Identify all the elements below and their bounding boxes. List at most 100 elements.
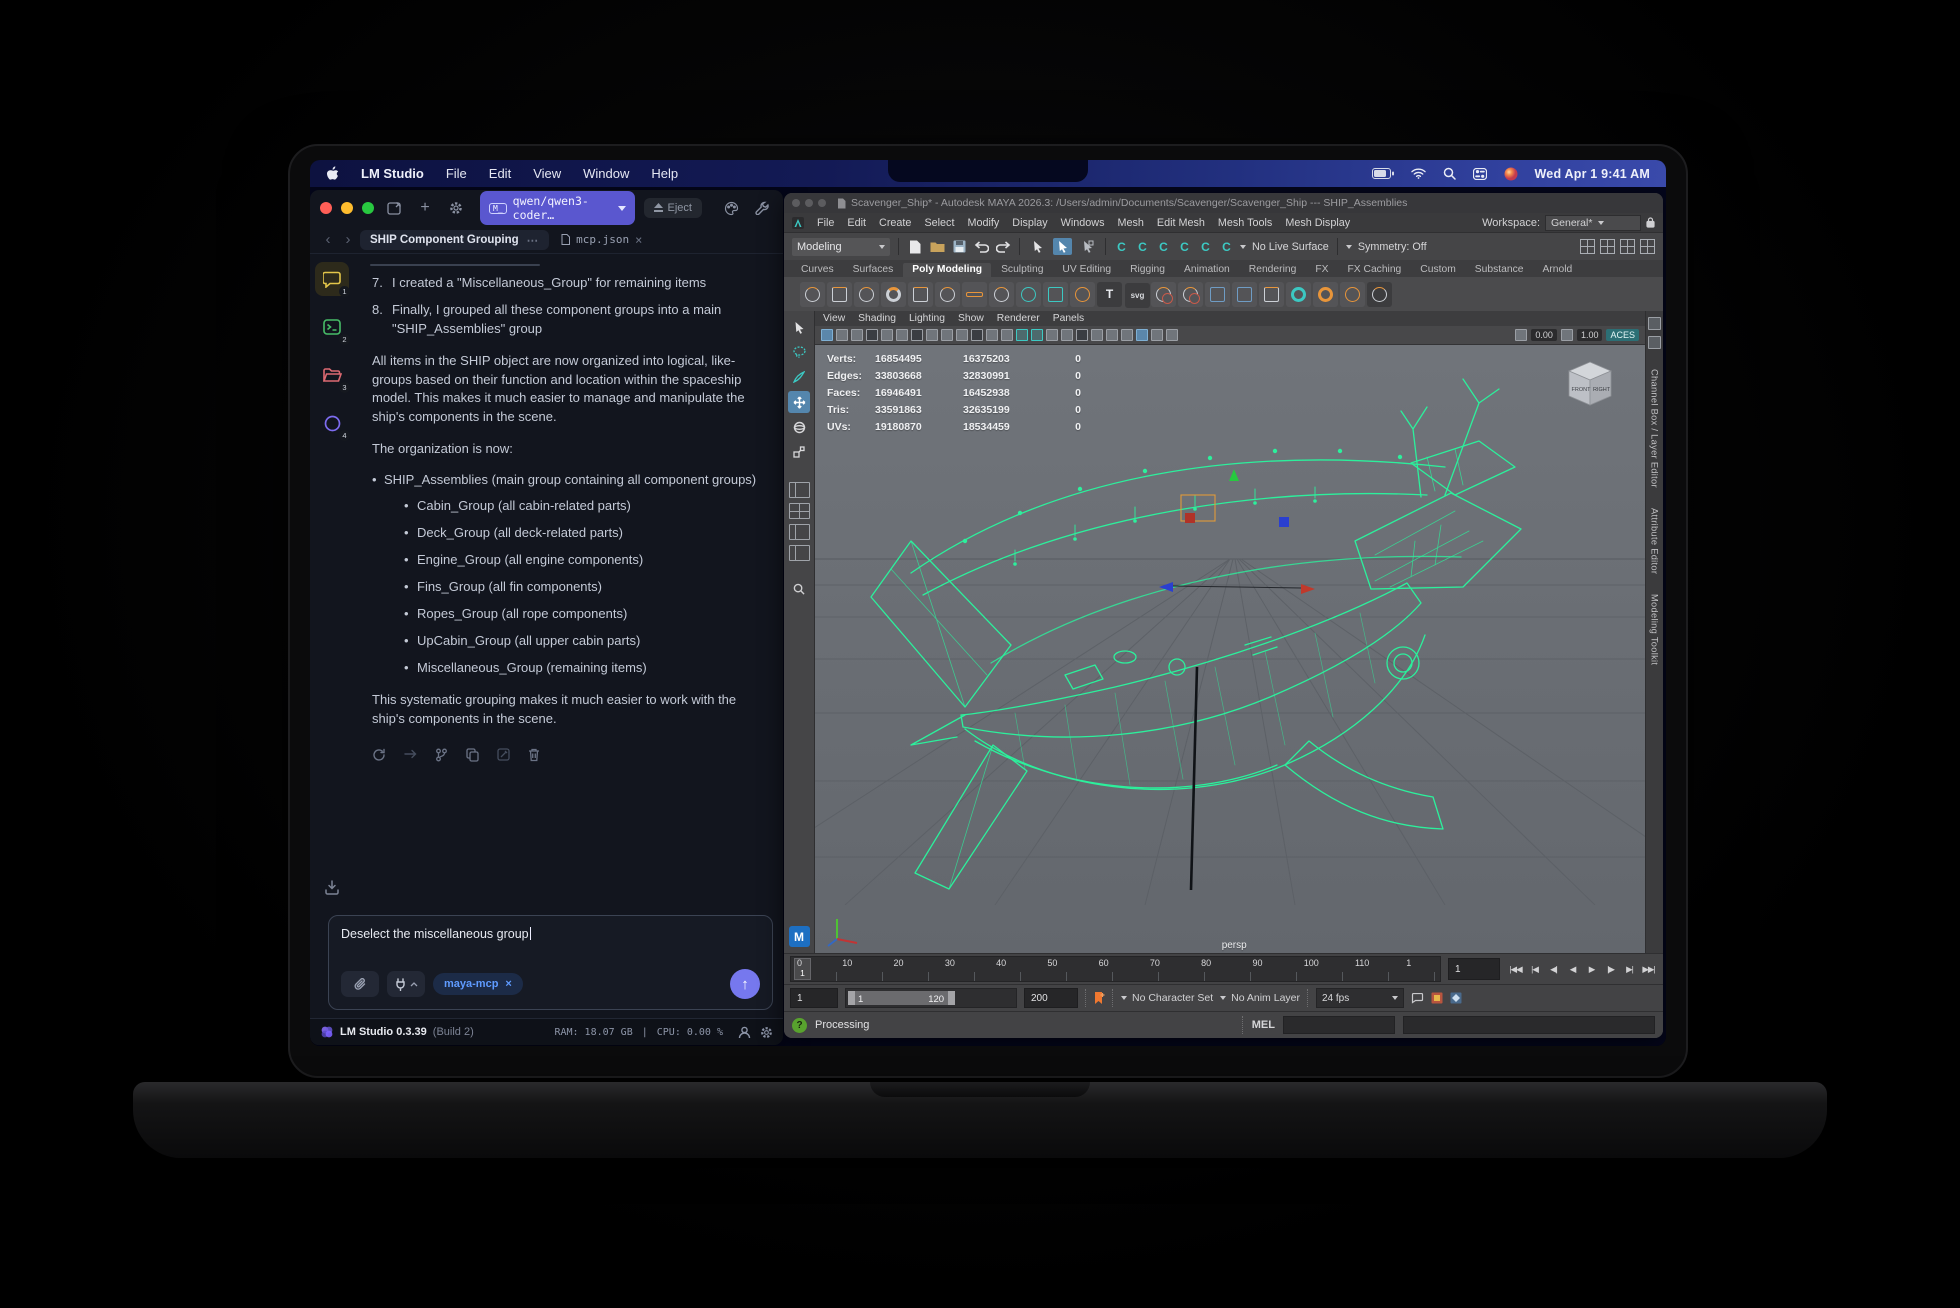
battery-icon[interactable] (1372, 168, 1394, 179)
tab-channel-box-layer-editor[interactable]: Channel Box / Layer Editor (1650, 369, 1660, 488)
new-conversation-button[interactable]: + (414, 197, 436, 219)
shelf-tab-surfaces[interactable]: Surfaces (844, 263, 903, 277)
developer-wrench-icon[interactable] (751, 197, 773, 219)
attribute-editor-icon[interactable] (1648, 336, 1661, 349)
viewport-toolbar-icon[interactable] (866, 329, 878, 341)
lasso-select-tool-icon[interactable] (1053, 238, 1072, 255)
snap-to-plane-icon[interactable]: C (1177, 240, 1192, 254)
shelf-tab-custom[interactable]: Custom (1411, 263, 1464, 277)
shelf-icon-platonic[interactable] (989, 282, 1014, 307)
channel-box-icon[interactable] (1648, 317, 1661, 330)
copy-icon[interactable] (466, 748, 479, 762)
tab-attribute-editor[interactable]: Attribute Editor (1650, 508, 1660, 574)
close-tab-icon[interactable]: × (635, 233, 642, 247)
workspace-dropdown[interactable]: General* (1545, 215, 1641, 231)
viewport-toolbar-icon[interactable] (971, 329, 983, 341)
user-account-icon[interactable] (738, 1026, 751, 1039)
shelf-tab-uv-editing[interactable]: UV Editing (1053, 263, 1120, 277)
gamma-value[interactable]: 1.00 (1577, 329, 1603, 341)
shelf-icon-bevel[interactable] (1286, 282, 1311, 307)
close-traffic-light-inactive[interactable] (792, 199, 800, 207)
animation-end-field[interactable]: 200 (1024, 988, 1078, 1008)
wifi-icon[interactable] (1411, 168, 1426, 179)
send-message-button[interactable]: ↑ (730, 969, 760, 999)
viewport-3d-view[interactable]: Verts:16854495163752030 Edges:3380366832… (815, 345, 1645, 953)
maya-menu-edit[interactable]: Edit (847, 217, 866, 229)
menubar-item-window[interactable]: Window (583, 166, 629, 181)
shelf-tab-curves[interactable]: Curves (792, 263, 843, 277)
viewport-toolbar-icon[interactable] (1076, 329, 1088, 341)
play-forward-button[interactable]: ▶ (1583, 960, 1600, 978)
current-frame-field[interactable]: 1 (1448, 958, 1500, 980)
downloads-icon[interactable] (324, 879, 340, 895)
sidebar-item-chat[interactable]: 1 (315, 262, 349, 296)
range-bar[interactable]: 1 120 (848, 991, 955, 1005)
shelf-tab-arnold[interactable]: Arnold (1533, 263, 1581, 277)
scale-tool[interactable] (788, 441, 810, 463)
paint-select-tool-icon[interactable] (1078, 238, 1097, 255)
minimize-traffic-light[interactable] (341, 202, 353, 214)
shelf-tab-sculpting[interactable]: Sculpting (992, 263, 1052, 277)
eject-model-button[interactable]: Eject (644, 198, 702, 218)
viewport-toolbar-icon[interactable] (836, 329, 848, 341)
viewport-toolbar-icon[interactable] (1121, 329, 1133, 341)
view-cube[interactable]: FRONT RIGHT (1561, 355, 1619, 413)
new-chat-panel-icon[interactable] (383, 197, 405, 219)
shelf-tab-fx-caching[interactable]: FX Caching (1338, 263, 1410, 277)
maya-menu-edit-mesh[interactable]: Edit Mesh (1157, 217, 1205, 229)
shelf-icon-sculpt[interactable] (1340, 282, 1365, 307)
rotate-tool[interactable] (788, 416, 810, 438)
menubar-item-help[interactable]: Help (651, 166, 678, 181)
panel-menu-renderer[interactable]: Renderer (997, 313, 1040, 324)
menubar-item-view[interactable]: View (533, 166, 561, 181)
viewport-toolbar-icon[interactable] (1061, 329, 1073, 341)
viewport-toolbar-icon[interactable] (1001, 329, 1013, 341)
spotlight-search-icon[interactable] (1443, 167, 1456, 180)
step-back-frame-button[interactable]: |◀ (1526, 960, 1543, 978)
fps-dropdown[interactable]: 24 fps (1316, 988, 1404, 1008)
shelf-icon-plane[interactable] (908, 282, 933, 307)
shelf-icon-disc[interactable] (962, 282, 987, 307)
layout-outliner-persp[interactable] (789, 545, 810, 561)
maya-menu-windows[interactable]: Windows (1061, 217, 1105, 229)
shelf-tab-rigging[interactable]: Rigging (1121, 263, 1174, 277)
viewport-layout-icon[interactable] (1620, 239, 1635, 254)
menubar-item-file[interactable]: File (446, 166, 467, 181)
maya-menu-mesh[interactable]: Mesh (1117, 217, 1143, 229)
shelf-icon-boolean-union[interactable] (1151, 282, 1176, 307)
apple-logo-icon[interactable] (326, 166, 339, 181)
panel-menu-lighting[interactable]: Lighting (909, 313, 945, 324)
shelf-icon-quad-draw[interactable] (1016, 282, 1041, 307)
shelf-tab-animation[interactable]: Animation (1175, 263, 1239, 277)
key-settings-icon[interactable] (1450, 992, 1462, 1004)
shelf-tab-poly-modeling[interactable]: Poly Modeling (903, 263, 991, 277)
select-tool-icon[interactable] (1028, 238, 1047, 255)
shelf-icon-sphere[interactable] (800, 282, 825, 307)
step-back-key-button[interactable]: ◀| (1545, 960, 1562, 978)
paint-select-tool[interactable] (788, 366, 810, 388)
viewport-toolbar-icon[interactable] (1166, 329, 1178, 341)
viewport-toolbar-icon[interactable] (1016, 329, 1028, 341)
snap-to-grid-icon[interactable]: C (1114, 240, 1129, 254)
open-scene-icon[interactable] (929, 239, 945, 255)
zoom-traffic-light-inactive[interactable] (818, 199, 826, 207)
viewport-toolbar-icon[interactable] (896, 329, 908, 341)
viewport-toolbar-icon[interactable] (911, 329, 923, 341)
time-slider[interactable]: 1 0 10 20 30 40 50 60 70 80 90 100 (790, 956, 1441, 982)
chat-input-text[interactable]: Deselect the miscellaneous group (341, 927, 760, 945)
delete-icon[interactable] (528, 748, 540, 762)
shelf-icon-type-tool[interactable]: T (1097, 282, 1122, 307)
viewport-toolbar-icon[interactable] (1046, 329, 1058, 341)
viewport-toolbar-icon[interactable] (986, 329, 998, 341)
viewport-toolbar-icon[interactable] (1091, 329, 1103, 341)
tab-mcp-json[interactable]: mcp.json × (553, 230, 650, 250)
lasso-tool[interactable] (788, 341, 810, 363)
viewport-toolbar-icon[interactable] (926, 329, 938, 341)
settings-gear-icon[interactable] (445, 197, 467, 219)
range-start-handle[interactable] (848, 991, 855, 1005)
viewport-toolbar-icon[interactable] (956, 329, 968, 341)
shelf-icon-cube[interactable] (827, 282, 852, 307)
make-live-icon[interactable]: C (1219, 240, 1234, 254)
nav-back-button[interactable]: ‹ (320, 231, 336, 248)
menu-set-dropdown[interactable]: Modeling (792, 238, 890, 256)
